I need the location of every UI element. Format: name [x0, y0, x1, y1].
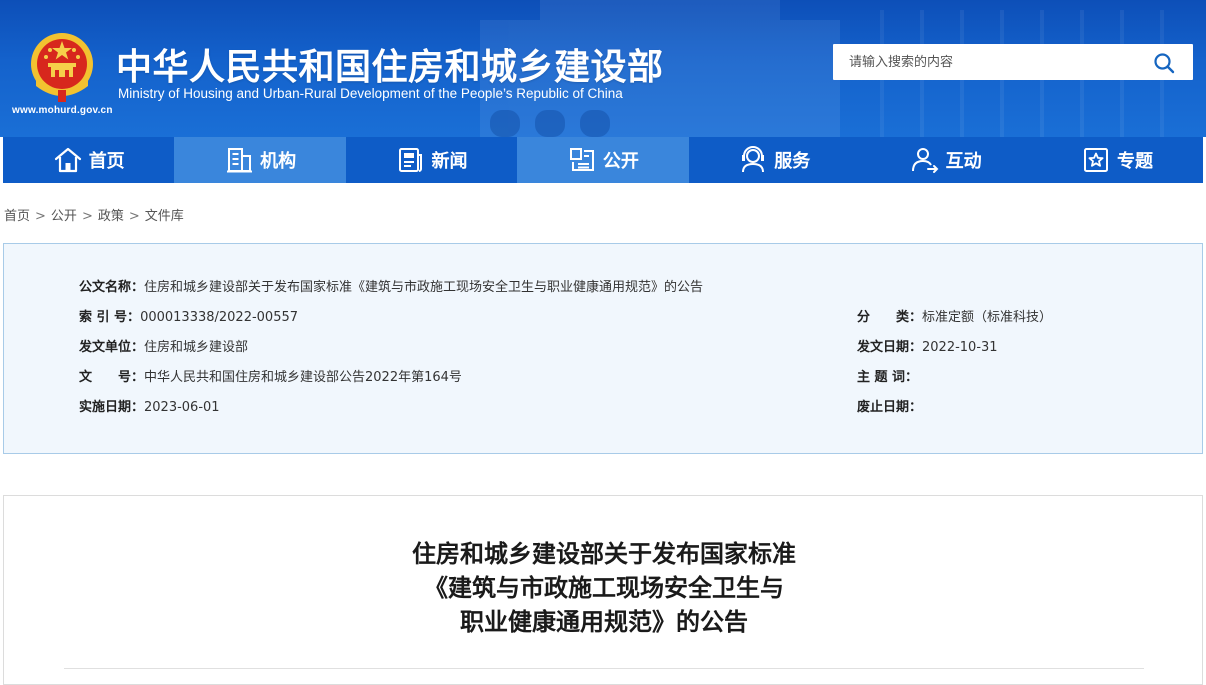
topic-icon: [1084, 148, 1109, 172]
nav-label: 专题: [1117, 151, 1154, 172]
breadcrumb-file-library[interactable]: 文件库: [145, 209, 184, 224]
info-label: 主 题 词：: [857, 370, 919, 385]
info-category: 分 类：标准定额（标准科技）: [857, 306, 1052, 325]
home-icon: [54, 147, 81, 173]
search-icon[interactable]: [1153, 52, 1175, 74]
breadcrumb-separator: >: [35, 209, 46, 224]
nav-item-interaction[interactable]: 互动: [860, 137, 1031, 183]
info-issuer: 发文单位：住房和城乡建设部: [79, 336, 248, 355]
info-label: 发文日期：: [857, 340, 923, 355]
info-value: 住房和城乡建设部关于发布国家标准《建筑与市政施工现场安全卫生与职业健康通用规范》…: [144, 280, 704, 295]
info-label: 实施日期：: [79, 400, 145, 415]
info-document-name: 公文名称：住房和城乡建设部关于发布国家标准《建筑与市政施工现场安全卫生与职业健康…: [79, 276, 703, 295]
search-input[interactable]: [833, 44, 1143, 80]
nav-item-home[interactable]: 首页: [3, 137, 174, 183]
info-index-number: 索 引 号：000013338/2022-00557: [79, 306, 298, 325]
nav-label: 互动: [945, 151, 982, 172]
building-icon: [227, 148, 253, 173]
nav-item-organization[interactable]: 机构: [174, 137, 346, 183]
info-document-number: 文 号：中华人民共和国住房和城乡建设部公告2022年第164号: [79, 366, 462, 385]
breadcrumb-separator: >: [128, 209, 140, 224]
info-value: 2023-06-01: [144, 400, 220, 415]
nav-label: 服务: [774, 151, 811, 172]
article-title-line: 职业健康通用规范》的公告: [460, 608, 748, 636]
disclosure-icon: [569, 148, 594, 171]
main-nav: 首页 机构 新闻 公开 服务 互动 专题: [3, 137, 1203, 183]
site-title-en: Ministry of Housing and Urban-Rural Deve…: [118, 86, 623, 101]
nav-label: 首页: [88, 151, 125, 172]
info-label: 文 号：: [79, 370, 145, 385]
info-label: 发文单位：: [79, 340, 145, 355]
info-value: 住房和城乡建设部: [144, 340, 249, 355]
nav-label: 公开: [602, 151, 639, 172]
document-info-box: 公文名称：住房和城乡建设部关于发布国家标准《建筑与市政施工现场安全卫生与职业健康…: [3, 243, 1203, 454]
article-title-line: 住房和城乡建设部关于发布国家标准: [412, 540, 796, 568]
info-label: 索 引 号：: [79, 310, 141, 325]
nav-item-disclosure[interactable]: 公开: [517, 137, 689, 183]
breadcrumb-home[interactable]: 首页: [4, 209, 30, 224]
nav-label: 机构: [260, 151, 297, 172]
info-expiry-date: 废止日期：: [857, 396, 922, 415]
info-label: 公文名称：: [79, 280, 145, 295]
nav-item-news[interactable]: 新闻: [346, 137, 517, 183]
header-banner: www.mohurd.gov.cn 中华人民共和国住房和城乡建设部 Minist…: [0, 0, 1206, 137]
info-value: 000013338/2022-00557: [140, 310, 299, 325]
info-value: 标准定额（标准科技）: [922, 310, 1053, 325]
breadcrumb-policy[interactable]: 政策: [98, 209, 124, 224]
breadcrumb-disclosure[interactable]: 公开: [51, 209, 77, 224]
national-emblem-logo: [31, 33, 93, 102]
nav-label: 新闻: [431, 151, 468, 172]
site-url: www.mohurd.gov.cn: [12, 105, 113, 116]
info-keywords: 主 题 词：: [857, 366, 918, 385]
search-box: [833, 44, 1193, 80]
interaction-icon: [911, 148, 939, 173]
news-icon: [399, 148, 423, 172]
article-title-line: 《建筑与市政施工现场安全卫生与: [424, 574, 784, 602]
breadcrumb-separator: >: [81, 209, 93, 224]
nav-item-service[interactable]: 服务: [689, 137, 860, 183]
nav-item-topic[interactable]: 专题: [1031, 137, 1202, 183]
info-label: 废止日期：: [857, 400, 923, 415]
article-title: 住房和城乡建设部关于发布国家标准 《建筑与市政施工现场安全卫生与 职业健康通用规…: [4, 537, 1204, 639]
info-label: 分 类：: [857, 310, 923, 325]
divider: [64, 668, 1144, 669]
info-effective-date: 实施日期：2023-06-01: [79, 396, 220, 415]
service-icon: [742, 146, 765, 173]
info-value: 2022-10-31: [922, 340, 998, 355]
article-container: 住房和城乡建设部关于发布国家标准 《建筑与市政施工现场安全卫生与 职业健康通用规…: [3, 495, 1203, 685]
info-value: 中华人民共和国住房和城乡建设部公告2022年第164号: [144, 370, 462, 385]
site-title-cn: 中华人民共和国住房和城乡建设部: [116, 47, 664, 88]
breadcrumb: 首页 > 公开 > 政策 > 文件库: [4, 205, 184, 224]
info-issue-date: 发文日期：2022-10-31: [857, 336, 998, 355]
